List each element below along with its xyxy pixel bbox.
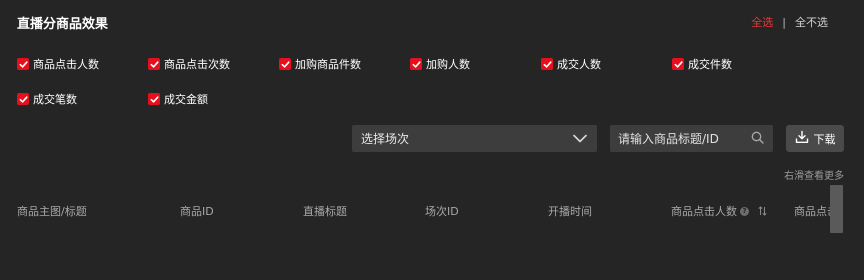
column-header-click-count: 商品点击 xyxy=(794,205,830,218)
metric-label: 商品点击人数 xyxy=(33,58,99,71)
column-header-product: 商品主图/标题 xyxy=(17,205,87,218)
search-input[interactable] xyxy=(618,131,751,146)
panel-title: 直播分商品效果 xyxy=(17,17,109,32)
horizontal-scroll-handle[interactable] xyxy=(830,185,843,233)
checkbox-checked-icon xyxy=(17,93,29,105)
metric-label: 成交人数 xyxy=(557,58,601,71)
chevron-down-icon xyxy=(573,132,587,146)
checkbox-checked-icon xyxy=(148,58,160,70)
metric-label: 成交金额 xyxy=(164,93,208,106)
download-label: 下载 xyxy=(813,132,836,146)
checkbox-checked-icon xyxy=(17,58,29,70)
download-button[interactable]: 下载 xyxy=(786,125,844,152)
column-header-start-time: 开播时间 xyxy=(548,205,592,218)
checkbox-checked-icon xyxy=(148,93,160,105)
metric-checkbox-product-click-users[interactable]: 商品点击人数 xyxy=(17,56,99,72)
metric-checkbox-deal-orders[interactable]: 成交笔数 xyxy=(17,91,77,107)
session-select-value: 选择场次 xyxy=(361,132,410,146)
live-product-effect-panel: 直播分商品效果 全选 | 全不选 商品点击人数 商品点击次数 加购商品件数 加购… xyxy=(0,0,864,280)
metric-checkbox-deal-users[interactable]: 成交人数 xyxy=(541,56,601,72)
search-box xyxy=(610,125,773,152)
metric-label: 加购人数 xyxy=(426,58,470,71)
column-header-click-users[interactable]: 商品点击人数 ? xyxy=(671,203,767,219)
sort-icon[interactable] xyxy=(758,206,767,216)
metric-checkbox-cart-users[interactable]: 加购人数 xyxy=(410,56,470,72)
checkbox-checked-icon xyxy=(410,58,422,70)
select-none-link[interactable]: 全不选 xyxy=(795,14,828,30)
metric-label: 成交笔数 xyxy=(33,93,77,106)
metric-label: 加购商品件数 xyxy=(295,58,361,71)
checkbox-checked-icon xyxy=(672,58,684,70)
scroll-hint: 右滑查看更多 xyxy=(784,171,844,182)
column-header-product-id: 商品ID xyxy=(180,205,214,218)
select-all-link[interactable]: 全选 xyxy=(751,14,773,30)
column-header-live-title: 直播标题 xyxy=(303,205,347,218)
session-select[interactable]: 选择场次 xyxy=(352,125,597,152)
download-icon xyxy=(795,130,814,147)
metric-checkbox-product-click-count[interactable]: 商品点击次数 xyxy=(148,56,230,72)
checkbox-checked-icon xyxy=(279,58,291,70)
metric-label: 商品点击次数 xyxy=(164,58,230,71)
select-links: 全选 | 全不选 xyxy=(751,14,828,30)
metric-label: 成交件数 xyxy=(688,58,732,71)
metric-checkbox-deal-items[interactable]: 成交件数 xyxy=(672,56,732,72)
column-header-session-id: 场次ID xyxy=(425,205,459,218)
column-header-label: 商品点击人数 xyxy=(671,205,737,218)
help-icon[interactable]: ? xyxy=(740,206,749,216)
metric-checkbox-cart-items[interactable]: 加购商品件数 xyxy=(279,56,361,72)
link-separator: | xyxy=(782,15,786,29)
checkbox-checked-icon xyxy=(541,58,553,70)
search-icon[interactable] xyxy=(751,129,764,148)
metric-checkbox-deal-amount[interactable]: 成交金额 xyxy=(148,91,208,107)
